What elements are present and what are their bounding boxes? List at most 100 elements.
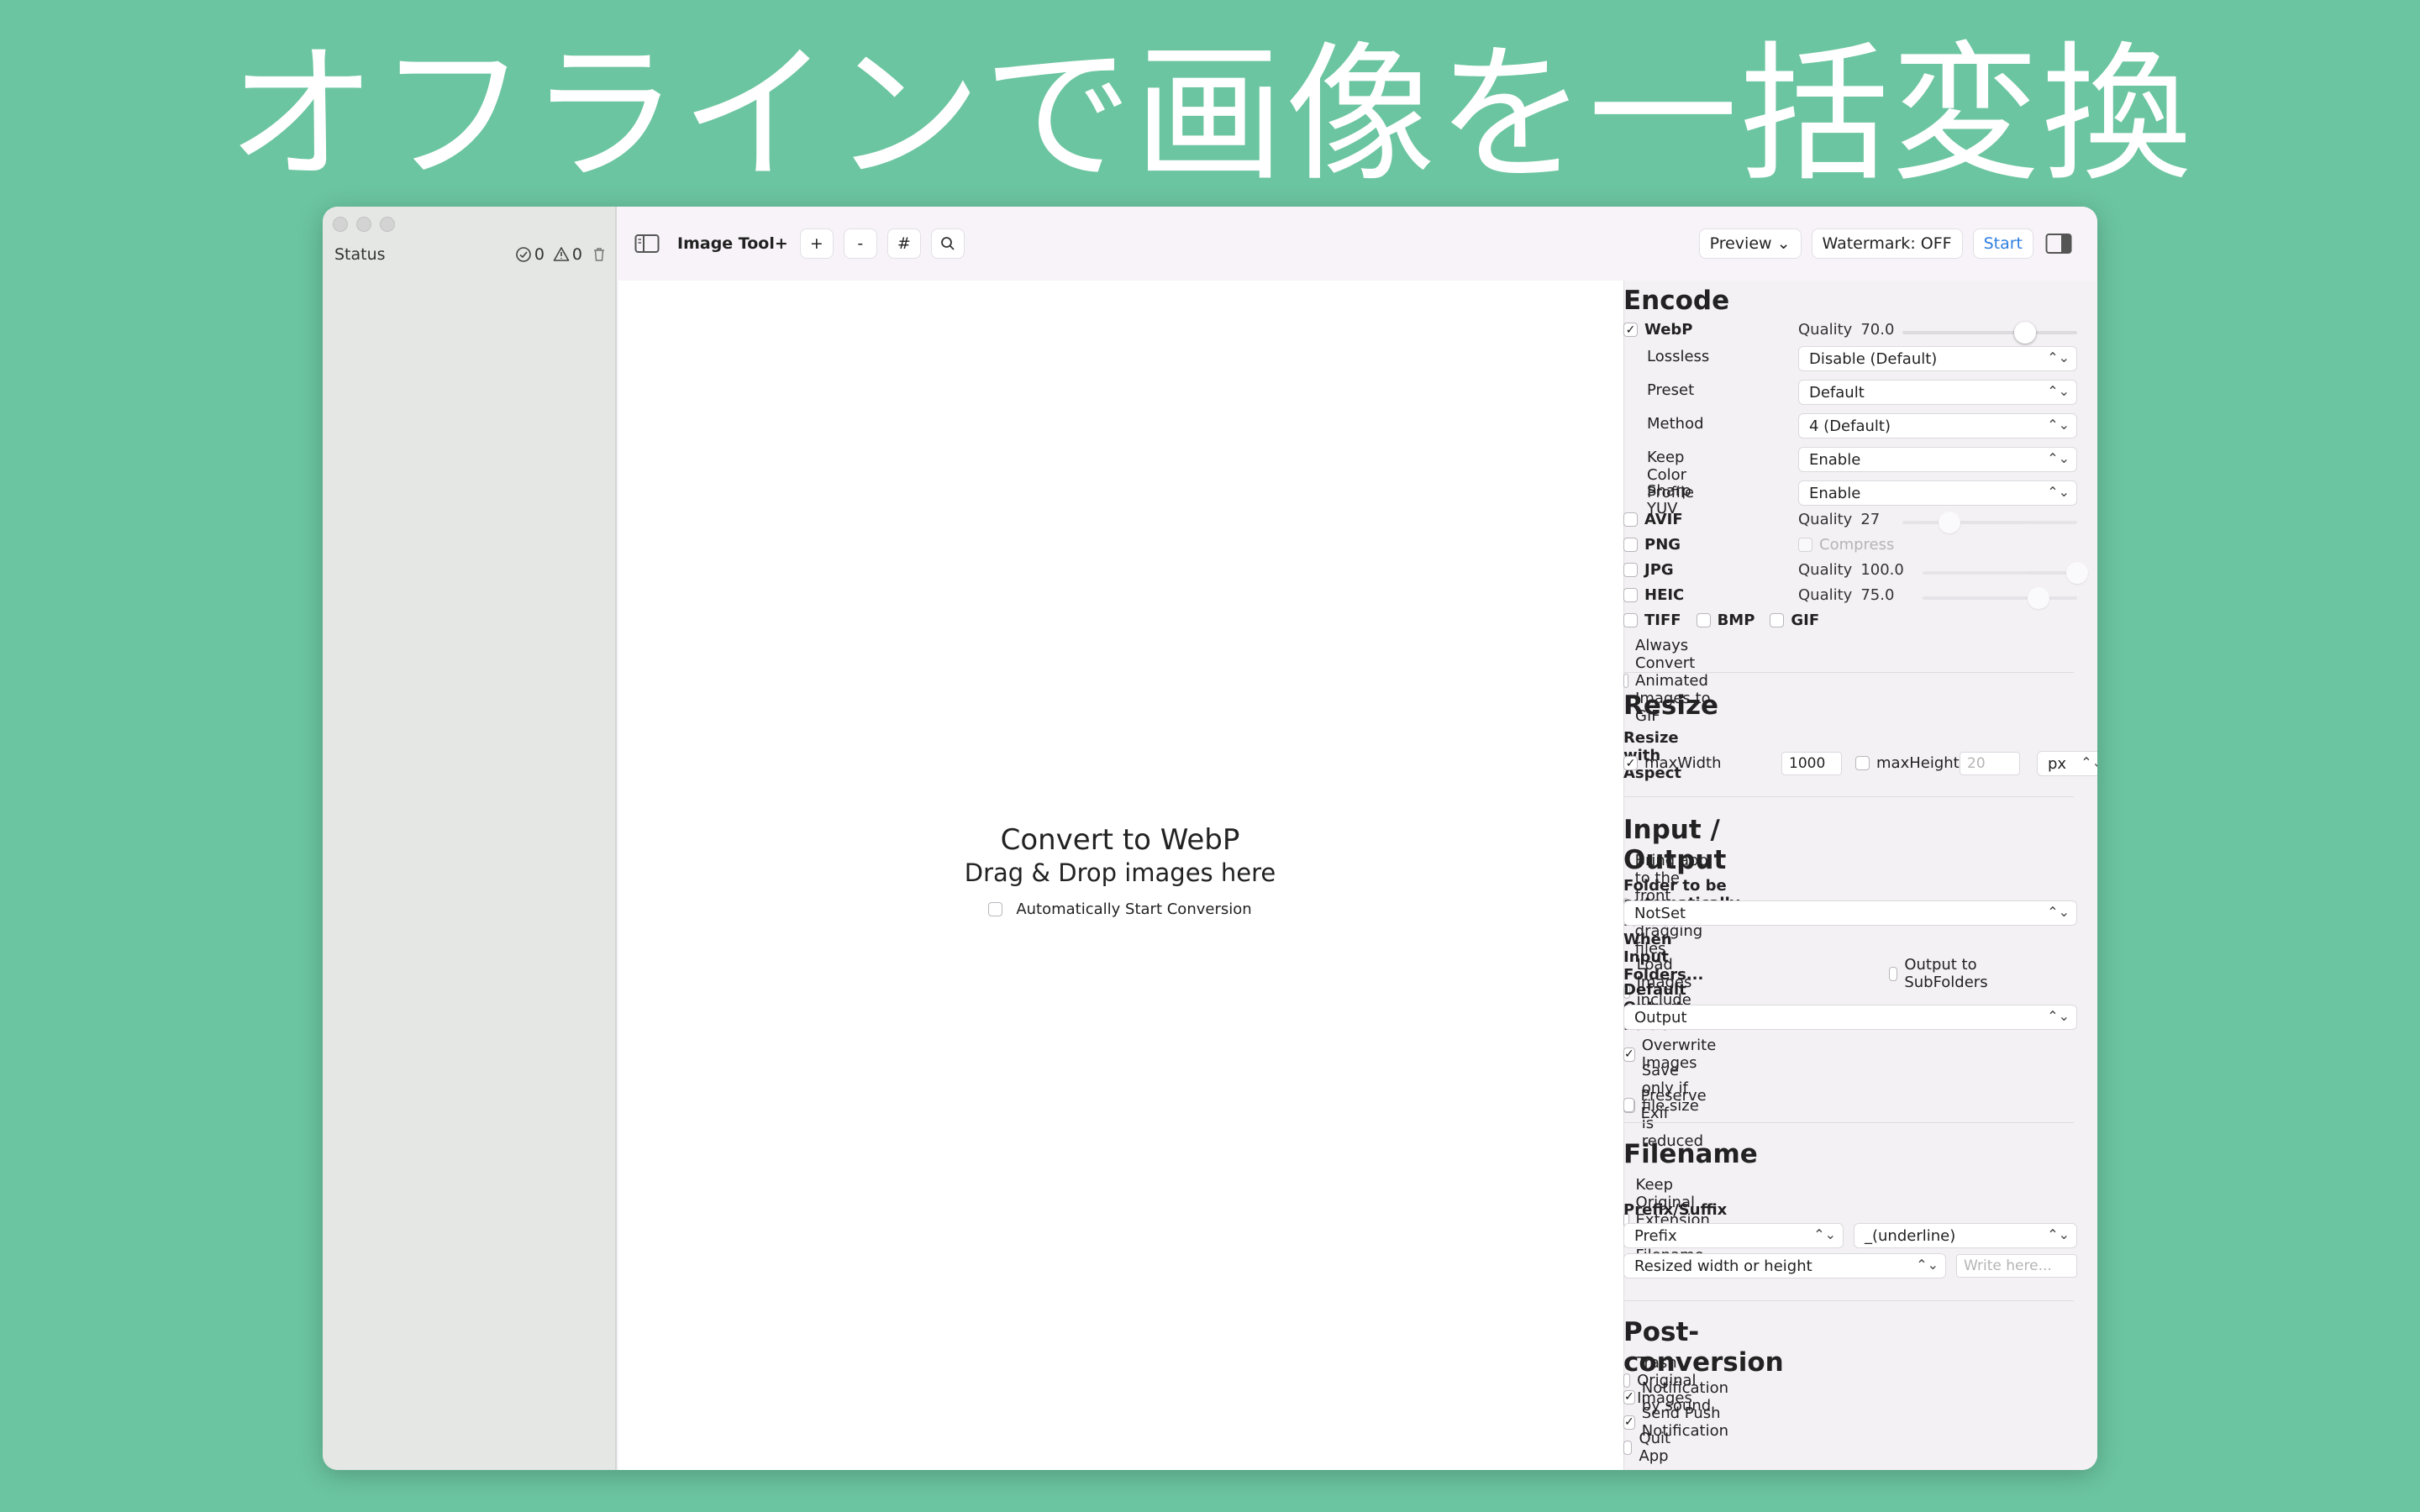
custom-text-field[interactable]: Write here... bbox=[1956, 1254, 2077, 1278]
keep-ext-label: Keep Original Extension at Filename bbox=[1635, 1176, 1710, 1264]
jpg-quality-slider[interactable] bbox=[1923, 562, 2088, 584]
png-checkbox[interactable] bbox=[1623, 538, 1638, 552]
jpg-quality-label: Quality bbox=[1798, 561, 1853, 579]
preset-label: Preset bbox=[1647, 381, 1695, 399]
jpg-quality-value: 100.0 bbox=[1860, 561, 1904, 579]
sound-checkbox[interactable]: ✓ bbox=[1623, 1389, 1635, 1404]
method-select[interactable]: 4 (Default) ⌃⌄ bbox=[1798, 413, 2077, 438]
updown-chevron-icon: ⌃⌄ bbox=[1916, 1257, 1939, 1273]
default-output-value: Output bbox=[1634, 1008, 1687, 1026]
jpg-row: JPG bbox=[1623, 561, 1674, 579]
app-name: Image Tool+ bbox=[677, 234, 788, 253]
avif-checkbox[interactable] bbox=[1623, 512, 1638, 527]
lossless-select[interactable]: Disable (Default) ⌃⌄ bbox=[1798, 346, 2077, 371]
hash-button[interactable]: # bbox=[886, 228, 921, 259]
quit-checkbox[interactable] bbox=[1623, 1440, 1633, 1455]
sharp-yuv-select[interactable]: Enable ⌃⌄ bbox=[1798, 480, 2077, 506]
bmp-label: BMP bbox=[1717, 612, 1755, 629]
heic-quality: Quality 75.0 bbox=[1798, 586, 1894, 604]
settings-body: Encode ✓ WebP Quality 70.0 Lossless Disa… bbox=[1623, 207, 2097, 1470]
warning-triangle-icon bbox=[553, 247, 570, 261]
trash-icon bbox=[594, 248, 604, 261]
quit-row: Quit App bbox=[1623, 1430, 1676, 1465]
png-compress-label: Compress bbox=[1819, 536, 1895, 554]
drop-subtitle: Drag & Drop images here bbox=[964, 858, 1276, 887]
auto-start-row: Automatically Start Conversion bbox=[618, 900, 1622, 918]
max-height-checkbox[interactable] bbox=[1855, 756, 1870, 770]
unit-value: px bbox=[2048, 754, 2067, 773]
max-width-field[interactable]: 1000 bbox=[1781, 752, 1842, 775]
keep-color-profile-select[interactable]: Enable ⌃⌄ bbox=[1798, 447, 2077, 472]
animated-gif-checkbox[interactable] bbox=[1623, 674, 1629, 688]
quit-label: Quit App bbox=[1639, 1430, 1671, 1465]
zoom-window-button[interactable] bbox=[380, 217, 395, 232]
max-width-label: maxWidth bbox=[1644, 754, 1722, 772]
warning-count: 0 bbox=[571, 245, 582, 264]
jpg-quality-knob[interactable] bbox=[2066, 562, 2088, 584]
divider bbox=[1623, 672, 2074, 673]
webp-row: ✓ WebP bbox=[1623, 321, 1693, 339]
heic-row: HEIC bbox=[1623, 586, 1684, 604]
separator-select[interactable]: _(underline) ⌃⌄ bbox=[1854, 1223, 2077, 1248]
avif-quality-knob[interactable] bbox=[1939, 512, 1961, 533]
updown-chevron-icon: ⌃⌄ bbox=[2081, 754, 2097, 770]
add-button[interactable]: + bbox=[799, 228, 834, 259]
webp-quality-knob[interactable] bbox=[2013, 322, 2036, 344]
webp-quality-slider[interactable] bbox=[1902, 322, 2077, 344]
output-subfolders-label: Output to SubFolders bbox=[1904, 956, 1988, 991]
status-row: Status 0 0 bbox=[334, 242, 608, 267]
updown-chevron-icon: ⌃⌄ bbox=[1813, 1226, 1836, 1242]
preset-select[interactable]: Default ⌃⌄ bbox=[1798, 380, 2077, 405]
sidebar-icon bbox=[634, 234, 660, 253]
prefix-select[interactable]: Prefix ⌃⌄ bbox=[1623, 1223, 1844, 1248]
method-label: Method bbox=[1647, 415, 1704, 433]
heic-quality-slider[interactable] bbox=[1923, 587, 2077, 609]
max-height-field[interactable]: 20 bbox=[1960, 752, 2020, 775]
webp-quality: Quality 70.0 bbox=[1798, 321, 1894, 339]
tiff-label: TIFF bbox=[1644, 612, 1681, 629]
tiff-checkbox[interactable] bbox=[1623, 613, 1638, 627]
app-window: Status 0 0 Image Tool+ + - # Preview ⌄ W… bbox=[323, 207, 2097, 1470]
preserve-exif-checkbox[interactable] bbox=[1623, 1097, 1634, 1112]
lossless-value: Disable (Default) bbox=[1809, 349, 1938, 368]
divider bbox=[1623, 1300, 2074, 1301]
gif-checkbox[interactable] bbox=[1770, 613, 1785, 627]
unit-select[interactable]: px ⌃⌄ bbox=[2037, 751, 2097, 776]
updown-chevron-icon: ⌃⌄ bbox=[2047, 450, 2070, 466]
default-output-select[interactable]: Output ⌃⌄ bbox=[1623, 1005, 2077, 1030]
png-compress-checkbox[interactable] bbox=[1798, 538, 1812, 552]
close-window-button[interactable] bbox=[333, 217, 348, 232]
avif-quality-slider[interactable] bbox=[1902, 512, 2077, 533]
heic-checkbox[interactable] bbox=[1623, 588, 1638, 602]
avif-row: AVIF bbox=[1623, 511, 1683, 528]
push-checkbox[interactable]: ✓ bbox=[1623, 1415, 1635, 1430]
minimize-window-button[interactable] bbox=[356, 217, 371, 232]
resize-name-select[interactable]: Resized width or height ⌃⌄ bbox=[1623, 1253, 1946, 1278]
search-button[interactable] bbox=[930, 228, 965, 259]
jpg-label: JPG bbox=[1644, 561, 1674, 579]
remove-button[interactable]: - bbox=[843, 228, 877, 259]
trash-button[interactable] bbox=[591, 246, 608, 263]
drop-zone[interactable]: Convert to WebP Drag & Drop images here … bbox=[618, 281, 1622, 1470]
updown-chevron-icon: ⌃⌄ bbox=[2047, 1008, 2070, 1024]
updown-chevron-icon: ⌃⌄ bbox=[2047, 1226, 2070, 1242]
prefix-value: Prefix bbox=[1634, 1226, 1677, 1245]
updown-chevron-icon: ⌃⌄ bbox=[2047, 417, 2070, 433]
jpg-quality: Quality 100.0 bbox=[1798, 561, 1904, 579]
heic-quality-knob[interactable] bbox=[2028, 587, 2049, 609]
max-width-checkbox[interactable]: ✓ bbox=[1623, 756, 1638, 770]
auto-folder-select[interactable]: NotSet ⌃⌄ bbox=[1623, 900, 2077, 926]
status-label: Status bbox=[334, 245, 386, 264]
overwrite-checkbox[interactable]: ✓ bbox=[1623, 1047, 1635, 1062]
auto-start-checkbox[interactable] bbox=[988, 902, 1003, 916]
done-counter: 0 bbox=[515, 245, 544, 264]
bmp-checkbox[interactable] bbox=[1696, 613, 1711, 627]
png-label: PNG bbox=[1644, 536, 1681, 554]
output-subfolders-checkbox[interactable] bbox=[1889, 966, 1898, 981]
auto-start-label: Automatically Start Conversion bbox=[1016, 900, 1252, 918]
png-compress-row: Compress bbox=[1798, 536, 1894, 554]
toggle-sidebar-button[interactable] bbox=[632, 228, 662, 259]
max-height-label: maxHeight bbox=[1876, 754, 1960, 772]
jpg-checkbox[interactable] bbox=[1623, 563, 1638, 577]
webp-checkbox[interactable]: ✓ bbox=[1623, 323, 1638, 337]
